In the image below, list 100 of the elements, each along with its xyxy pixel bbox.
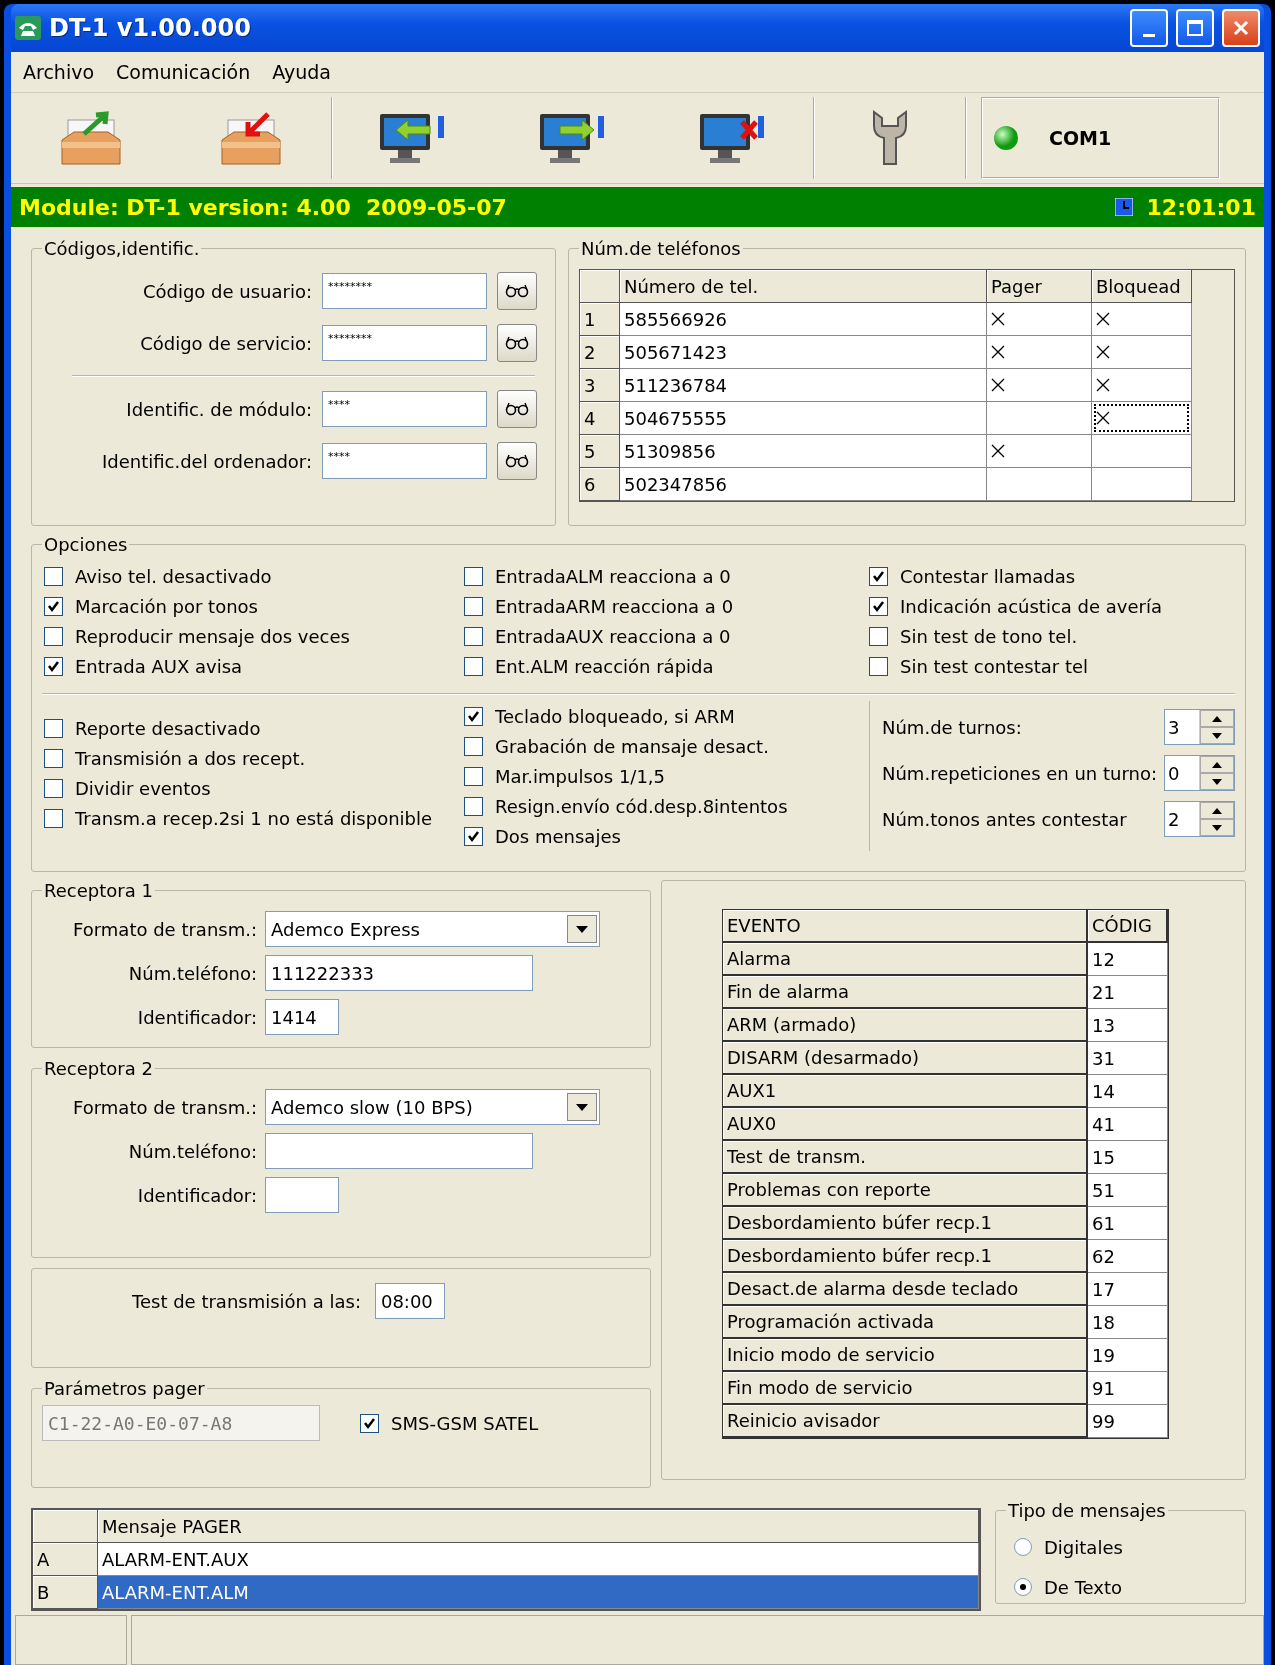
checkbox[interactable] <box>464 596 483 616</box>
input-field[interactable] <box>265 1133 533 1169</box>
table-cell[interactable]: ALARM-ENT.AUX <box>98 1543 979 1576</box>
reveal-button[interactable] <box>497 390 537 428</box>
glasses-icon <box>505 284 529 298</box>
row-header: Problemas con reporte <box>723 1174 1088 1207</box>
table-cell[interactable]: 61 <box>1088 1207 1168 1240</box>
table-cell[interactable] <box>987 369 1092 402</box>
checkbox[interactable] <box>44 778 63 798</box>
input-field[interactable]: 08:00 <box>374 1283 445 1319</box>
row-header: Fin de alarma <box>723 976 1088 1009</box>
checkbox[interactable] <box>44 748 63 768</box>
checkbox[interactable] <box>869 566 888 586</box>
dropdown[interactable]: Ademco slow (10 BPS) <box>265 1089 600 1125</box>
checkbox[interactable] <box>869 626 888 646</box>
column-header[interactable]: EVENTO <box>723 910 1088 943</box>
table-cell[interactable]: 17 <box>1088 1273 1168 1306</box>
input-field[interactable]: C1-22-A0-E0-07-A8 <box>42 1405 320 1441</box>
table-cell[interactable] <box>1092 369 1192 402</box>
table-cell[interactable] <box>987 435 1092 468</box>
table-cell[interactable] <box>987 336 1092 369</box>
table-cell[interactable] <box>1092 336 1192 369</box>
cross-mark-icon <box>991 378 1005 392</box>
checkbox[interactable] <box>44 626 63 646</box>
checkbox[interactable] <box>44 808 63 828</box>
table-cell[interactable]: 505671423 <box>620 336 987 369</box>
table-cell[interactable]: 51309856 <box>620 435 987 468</box>
table-cell[interactable]: 504675555 <box>620 402 987 435</box>
table-cell[interactable]: 502347856 <box>620 468 987 501</box>
input-field[interactable]: 111222333 <box>265 955 533 991</box>
close-button[interactable] <box>1222 9 1260 47</box>
checkbox[interactable] <box>464 626 483 646</box>
checkbox[interactable] <box>464 796 483 816</box>
table-cell[interactable]: 91 <box>1088 1372 1168 1405</box>
checkbox[interactable] <box>44 596 63 616</box>
password-field[interactable]: ******** <box>322 325 487 361</box>
reveal-button[interactable] <box>497 442 537 480</box>
table-cell[interactable]: 13 <box>1088 1009 1168 1042</box>
table-cell[interactable] <box>987 402 1092 435</box>
table-cell[interactable]: ALARM-ENT.ALM <box>98 1576 979 1609</box>
input-field[interactable] <box>265 1177 339 1213</box>
checkbox[interactable] <box>869 656 888 676</box>
table-cell[interactable]: 12 <box>1088 943 1168 976</box>
checkbox[interactable] <box>464 566 483 586</box>
password-field[interactable]: **** <box>322 443 487 479</box>
reveal-button[interactable] <box>497 324 537 362</box>
dropdown[interactable]: Ademco Express <box>265 911 600 947</box>
table-cell[interactable]: 19 <box>1088 1339 1168 1372</box>
table-cell[interactable] <box>987 468 1092 501</box>
cross-mark-icon <box>1096 411 1110 425</box>
row-header: Test de transm. <box>723 1141 1088 1174</box>
table-cell[interactable]: 41 <box>1088 1108 1168 1141</box>
check-icon <box>872 599 885 613</box>
table-cell[interactable] <box>987 303 1092 336</box>
input-field[interactable]: 1414 <box>265 999 339 1035</box>
column-header[interactable]: Número de tel. <box>620 270 987 303</box>
maximize-button[interactable] <box>1176 9 1214 47</box>
column-header[interactable]: Pager <box>987 270 1092 303</box>
menu-item[interactable]: Archivo <box>23 61 95 83</box>
table-cell[interactable]: 62 <box>1088 1240 1168 1273</box>
radio-button[interactable] <box>1014 1578 1032 1596</box>
table-cell[interactable]: 15 <box>1088 1141 1168 1174</box>
table-cell[interactable]: 51 <box>1088 1174 1168 1207</box>
checkbox[interactable] <box>464 826 483 846</box>
table-cell[interactable]: 585566926 <box>620 303 987 336</box>
checkbox[interactable] <box>44 566 63 586</box>
table-cell[interactable]: 31 <box>1088 1042 1168 1075</box>
table-cell[interactable]: 21 <box>1088 976 1168 1009</box>
password-field[interactable]: ******** <box>322 273 487 309</box>
checkbox[interactable] <box>464 766 483 786</box>
column-header[interactable]: Mensaje PAGER <box>98 1510 979 1543</box>
table-cell[interactable] <box>1092 303 1192 336</box>
row-header: 1 <box>580 303 620 336</box>
menu-item[interactable]: Ayuda <box>272 61 331 83</box>
table-cell[interactable]: 99 <box>1088 1405 1168 1438</box>
table-cell[interactable]: 14 <box>1088 1075 1168 1108</box>
row-header: Desact.de alarma desde teclado <box>723 1273 1088 1306</box>
table-cell[interactable]: 511236784 <box>620 369 987 402</box>
checkbox[interactable] <box>464 736 483 756</box>
dropdown-button[interactable] <box>567 915 597 943</box>
port-label: COM1 <box>1049 127 1112 149</box>
checkbox[interactable] <box>869 596 888 616</box>
table-cell[interactable] <box>1092 468 1192 501</box>
table-cell[interactable] <box>1092 435 1192 468</box>
checkbox[interactable] <box>464 656 483 676</box>
checkbox[interactable] <box>44 656 63 676</box>
row-header: ARM (armado) <box>723 1009 1088 1042</box>
table-cell[interactable]: 18 <box>1088 1306 1168 1339</box>
reveal-button[interactable] <box>497 272 537 310</box>
checkbox[interactable] <box>464 706 483 726</box>
column-header[interactable]: CÓDIG <box>1088 910 1168 943</box>
field-label: Núm.teléfono: <box>127 962 257 984</box>
checkbox[interactable] <box>44 718 63 738</box>
checkbox[interactable] <box>360 1413 379 1433</box>
dropdown-button[interactable] <box>567 1093 597 1121</box>
minimize-button[interactable] <box>1130 9 1168 47</box>
column-header[interactable]: Bloquead <box>1092 270 1192 303</box>
password-field[interactable]: **** <box>322 391 487 427</box>
menu-item[interactable]: Comunicación <box>116 61 251 83</box>
radio-button[interactable] <box>1014 1538 1032 1556</box>
